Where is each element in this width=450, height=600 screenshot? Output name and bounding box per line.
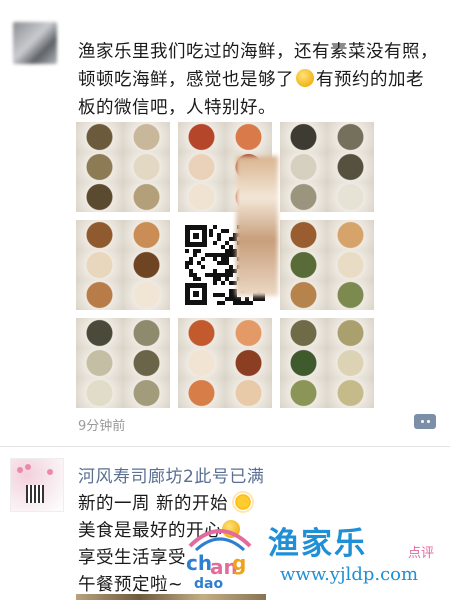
divider — [0, 446, 450, 447]
post2-text: 新的一周 新的开始 美食是最好的开心 享受生活享受 午餐预定啦~ — [78, 491, 448, 599]
qr-icon — [26, 485, 44, 503]
author-name[interactable]: 河风寿司廊坊2此号已满 — [78, 462, 264, 487]
moment-post: 渔家乐里我们吃过的海鲜，还有素菜没有照，顿顿吃海鲜，感觉也是够了 有预约的加老板的… — [0, 0, 450, 440]
photo-thumbnail[interactable] — [280, 318, 374, 408]
blurred-photo-region — [236, 156, 278, 296]
photo-thumbnail[interactable] — [280, 122, 374, 212]
post2-line-3: 享受生活享受 — [78, 548, 186, 568]
post2-line-2: 美食是最好的开心 — [78, 521, 222, 541]
photo-thumbnail[interactable] — [76, 122, 170, 212]
post-text: 渔家乐里我们吃过的海鲜，还有素菜没有照，顿顿吃海鲜，感觉也是够了 有预约的加老板的… — [78, 38, 438, 122]
grin-sweat-emoji-icon — [296, 69, 314, 87]
photo-thumbnail[interactable] — [280, 220, 374, 310]
photo-thumbnail[interactable] — [76, 220, 170, 310]
blurred-avatar[interactable] — [13, 22, 57, 64]
next-photo-strip — [76, 594, 266, 600]
photo-grid — [76, 122, 374, 408]
smile-emoji-icon — [222, 520, 240, 538]
photo-thumbnail[interactable] — [76, 318, 170, 408]
post2-line-4: 午餐预定啦~ — [78, 575, 184, 595]
photo-thumbnail[interactable] — [178, 318, 272, 408]
sun-emoji-icon — [234, 493, 253, 511]
post-time: 9分钟前 — [78, 419, 126, 434]
post2-line-1: 新的一周 新的开始 — [78, 494, 229, 514]
avatar[interactable] — [10, 458, 64, 512]
more-dots-icon[interactable] — [414, 414, 436, 429]
